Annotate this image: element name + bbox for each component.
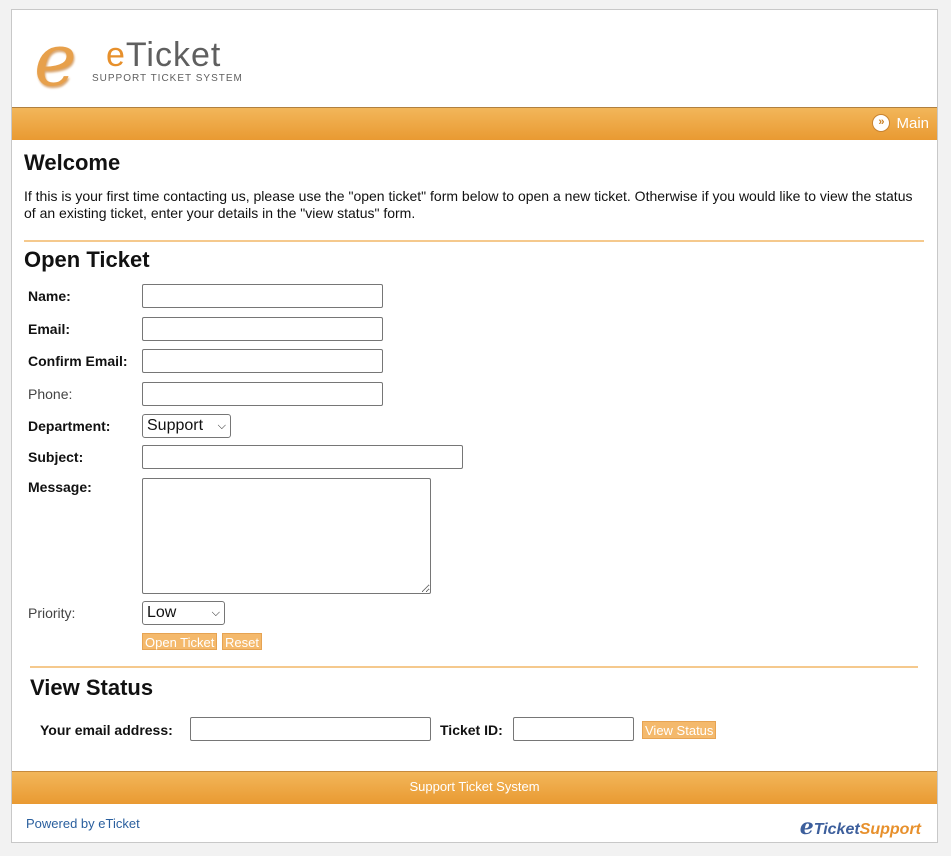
welcome-title: Welcome [24,150,121,175]
ticket-id-input[interactable] [513,717,634,741]
status-email-label: Your email address: [40,722,173,738]
powered-by-link[interactable]: Powered by eTicket [26,816,140,831]
priority-label: Priority: [28,605,76,621]
view-status-button[interactable]: View Status [642,721,717,739]
subject-label: Subject: [28,449,84,465]
main-link-label: Main [896,114,929,132]
footer-brand-support: Support [859,821,921,838]
reset-button[interactable]: Reset [222,633,262,650]
confirm-email-label: Confirm Email: [28,353,128,369]
welcome-text: If this is your first time contacting us… [24,188,913,221]
chevron-down-icon: ⌵ [217,419,226,432]
name-input[interactable] [142,284,383,308]
logo-e-mark: e [34,18,77,102]
logo-brand-e: e [106,36,126,74]
message-label: Message: [28,479,92,495]
message-textarea[interactable] [142,478,431,594]
main-content: Welcome If this is your first time conta… [24,150,924,222]
phone-input[interactable] [142,382,383,406]
department-selected: Support [147,417,204,434]
priority-select[interactable]: Low ⌵ [142,601,225,625]
name-label: Name: [28,288,71,304]
nav-bar: » Main [12,107,937,140]
open-ticket-title: Open Ticket [24,247,150,272]
logo[interactable]: e eTicket SUPPORT TICKET SYSTEM [34,24,274,102]
footer-brand-logo: eTicketSupport [800,814,921,840]
header: e eTicket SUPPORT TICKET SYSTEM [12,10,937,107]
logo-tagline: SUPPORT TICKET SYSTEM [92,73,243,84]
email-input[interactable] [142,317,383,341]
footer-bar: Support Ticket System [12,771,937,804]
view-status-title: View Status [30,675,154,700]
priority-selected: Low [147,604,177,621]
phone-label: Phone: [28,386,73,402]
footer-brand-e: e [799,814,814,840]
department-select[interactable]: Support ⌵ [142,414,231,438]
logo-brand: eTicket [106,38,221,72]
subject-input[interactable] [142,445,463,469]
department-label: Department: [28,418,111,434]
divider [30,666,918,668]
divider [24,240,924,242]
footer-brand-ticket: Ticket [813,821,860,838]
confirm-email-input[interactable] [142,349,383,373]
email-label: Email: [28,321,71,337]
ticket-id-label: Ticket ID: [440,722,503,738]
open-ticket-button[interactable]: Open Ticket [142,633,218,650]
chevron-down-icon: ⌵ [211,606,220,619]
logo-brand-rest: Ticket [125,36,222,74]
page-frame: e eTicket SUPPORT TICKET SYSTEM » Main W… [11,9,938,843]
status-email-input[interactable] [190,717,431,741]
double-chevron-right-icon: » [872,114,891,132]
main-link[interactable]: » Main [872,114,929,132]
